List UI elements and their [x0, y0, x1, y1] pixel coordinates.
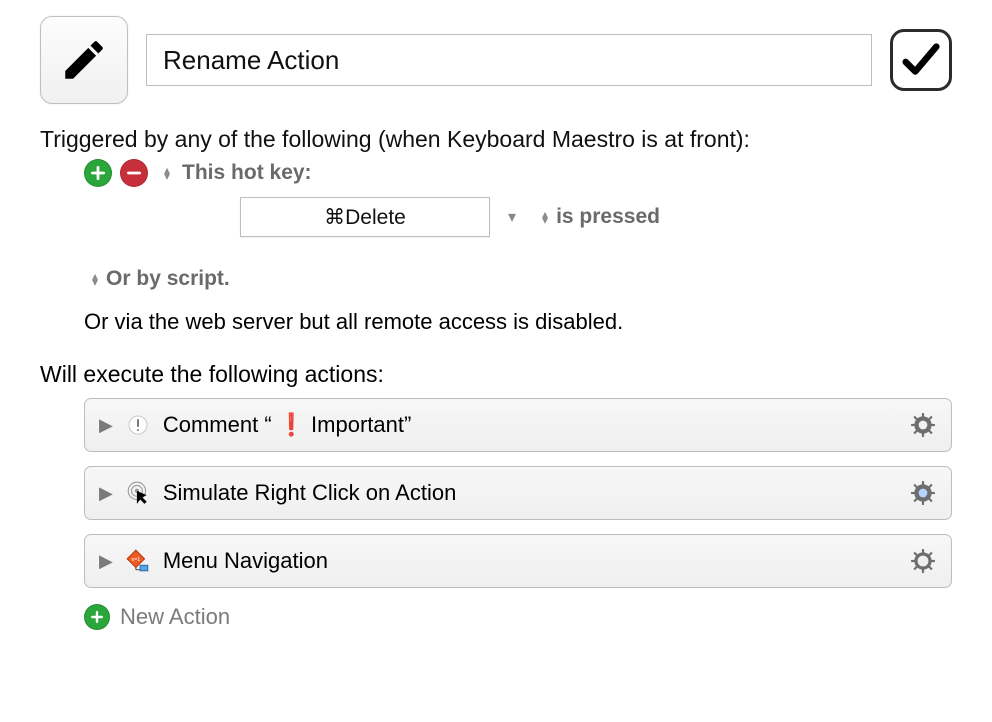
new-action-label[interactable]: New Action	[120, 604, 230, 630]
hotkey-field[interactable]: ⌘Delete	[240, 197, 490, 237]
updown-icon[interactable]: ▴▾	[164, 167, 170, 179]
disclosure-triangle-icon[interactable]: ▶	[99, 551, 113, 572]
updown-icon[interactable]: ▴▾	[542, 211, 548, 223]
gear-icon[interactable]	[909, 479, 937, 507]
hotkey-display: ⌘Delete	[324, 205, 406, 230]
pencil-icon	[59, 35, 109, 85]
disclosure-triangle-icon[interactable]: ▶	[99, 415, 113, 436]
action-row[interactable]: ▶ x=1 Menu Navigation	[84, 534, 952, 588]
plus-icon	[91, 166, 105, 180]
svg-text:x=1: x=1	[131, 557, 140, 563]
trigger-intro-text: Triggered by any of the following (when …	[40, 126, 952, 153]
chevron-down-icon[interactable]: ▾	[508, 207, 516, 227]
gear-icon[interactable]	[909, 411, 937, 439]
updown-icon[interactable]: ▴▾	[92, 273, 98, 285]
action-row[interactable]: ▶ Simulate Right Click on Action	[84, 466, 952, 520]
remove-trigger-button[interactable]	[120, 159, 148, 187]
action-row[interactable]: ▶ Comment “ ❗ Important”	[84, 398, 952, 452]
trigger-type-label[interactable]: This hot key:	[182, 161, 312, 185]
or-by-script-label[interactable]: Or by script.	[106, 267, 230, 291]
comment-icon	[123, 410, 153, 440]
action-title: Menu Navigation	[163, 548, 899, 574]
checkmark-icon	[898, 37, 944, 83]
plus-icon	[91, 611, 103, 623]
web-server-note: Or via the web server but all remote acc…	[40, 309, 952, 335]
minus-icon	[127, 166, 141, 180]
add-action-button[interactable]	[84, 604, 110, 630]
flow-diamond-icon: x=1	[123, 546, 153, 576]
macro-icon-button[interactable]	[40, 16, 128, 104]
will-execute-label: Will execute the following actions:	[40, 361, 952, 388]
trigger-condition-label[interactable]: is pressed	[556, 205, 660, 229]
macro-enabled-checkbox[interactable]	[890, 29, 952, 91]
add-trigger-button[interactable]	[84, 159, 112, 187]
action-title: Simulate Right Click on Action	[163, 480, 899, 506]
gear-clock-icon[interactable]	[909, 547, 937, 575]
disclosure-triangle-icon[interactable]: ▶	[99, 483, 113, 504]
cursor-target-icon	[123, 478, 153, 508]
action-title: Comment “ ❗ Important”	[163, 412, 899, 438]
exclamation-icon: ❗	[278, 412, 305, 438]
macro-name-input[interactable]	[146, 34, 872, 86]
